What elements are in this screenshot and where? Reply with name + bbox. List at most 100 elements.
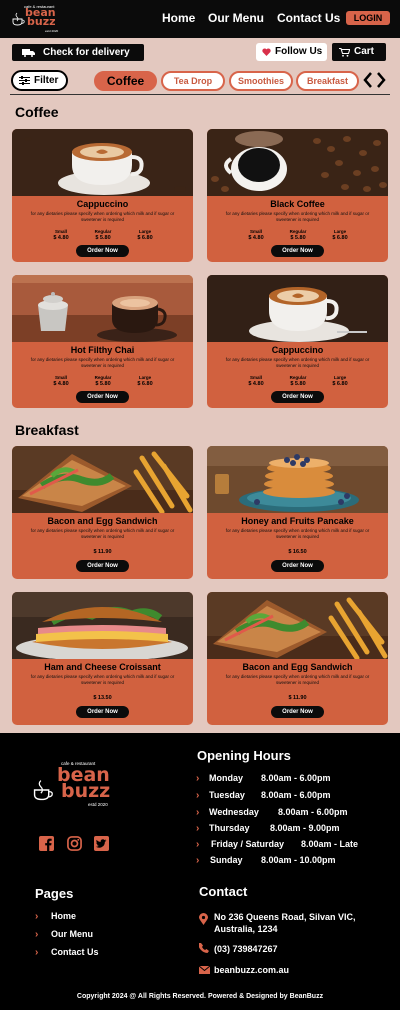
chevron-left-icon[interactable] — [363, 70, 373, 90]
chevron-right-icon: › — [196, 855, 200, 866]
chevron-right-icon: › — [35, 947, 39, 958]
chevron-right-icon: › — [35, 929, 39, 940]
facebook-icon[interactable] — [39, 836, 54, 851]
login-button[interactable]: LOGIN — [346, 11, 390, 25]
product-description: for any dietaries please specify when or… — [30, 528, 175, 539]
order-now-button[interactable]: Order Now — [76, 706, 129, 718]
tab-coffee[interactable]: Coffee — [94, 71, 157, 91]
size-large[interactable]: Large $ 6.80 — [322, 229, 358, 241]
size-name: Small — [249, 229, 262, 234]
size-small[interactable]: Small $ 4.80 — [238, 229, 274, 241]
size-large[interactable]: Large $ 6.80 — [322, 375, 358, 387]
chevron-right-icon[interactable] — [376, 70, 386, 90]
black-coffee-photo — [207, 129, 388, 196]
size-price: $ 4.80 — [248, 381, 264, 387]
nav-menu-link[interactable]: Our Menu — [208, 11, 264, 25]
opening-hours-title: Opening Hours — [197, 748, 291, 763]
order-now-button[interactable]: Order Now — [271, 391, 324, 403]
size-price: $ 5.80 — [290, 381, 306, 387]
phone-text: (03) 739847267 — [214, 944, 278, 954]
contact-title: Contact — [199, 884, 248, 899]
order-now-button[interactable]: Order Now — [76, 245, 129, 257]
cart-button[interactable]: Cart — [332, 43, 386, 61]
size-price: $ 4.80 — [53, 235, 69, 241]
size-large[interactable]: Large $ 6.80 — [127, 375, 163, 387]
order-now-button[interactable]: Order Now — [76, 391, 129, 403]
size-regular[interactable]: Regular $ 5.80 — [85, 375, 121, 387]
footer-brand-logo[interactable]: cafe & restaurant bean buzz estd 2020 — [33, 761, 113, 811]
size-price: $ 6.80 — [332, 381, 348, 387]
size-name: Large — [333, 229, 347, 234]
size-price: $ 6.80 — [137, 235, 153, 241]
chevron-right-icon: › — [35, 911, 39, 922]
cart-label: Cart — [354, 46, 375, 57]
email-text: beanbuzz.com.au — [214, 965, 290, 975]
product-description: for any dietaries please specify when or… — [225, 528, 370, 539]
bacon-egg-sandwich-photo — [12, 446, 193, 513]
size-name: Small — [249, 375, 262, 380]
order-now-button[interactable]: Order Now — [271, 706, 324, 718]
twitter-icon[interactable] — [94, 836, 109, 851]
product-name: Cappuccino — [76, 199, 129, 209]
size-regular[interactable]: Regular $ 5.80 — [280, 375, 316, 387]
product-price: $ 11.90 — [288, 695, 307, 701]
filter-label: Filter — [34, 75, 59, 86]
pancake-photo — [207, 446, 388, 513]
truck-icon — [22, 49, 35, 57]
size-price: $ 5.80 — [95, 235, 111, 241]
nav-home-link[interactable]: Home — [162, 11, 195, 25]
size-regular[interactable]: Regular $ 5.80 — [280, 229, 316, 241]
coffee-cup-logo-icon — [12, 12, 25, 26]
footer-link-label: Our Menu — [51, 929, 93, 939]
chai-photo — [12, 275, 193, 342]
size-small[interactable]: Small $ 4.80 — [43, 229, 79, 241]
tab-tea-drop[interactable]: Tea Drop — [161, 71, 225, 91]
address-text: No 236 Queens Road, Silvan VIC, Australi… — [214, 912, 356, 934]
product-card: Bacon and Egg Sandwich for any dietaries… — [12, 446, 193, 579]
product-card: Bacon and Egg Sandwich for any dietaries… — [207, 592, 388, 725]
instagram-icon[interactable] — [67, 836, 82, 851]
size-price: $ 6.80 — [137, 381, 153, 387]
breakfast-section-title: Breakfast — [15, 422, 79, 438]
bacon-egg-sandwich-photo — [207, 592, 388, 659]
size-large[interactable]: Large $ 6.80 — [127, 229, 163, 241]
product-description: for any dietaries please specify when or… — [225, 674, 370, 685]
order-now-button[interactable]: Order Now — [271, 560, 324, 572]
product-name: Hot Filthy Chai — [70, 345, 135, 355]
tab-breakfast[interactable]: Breakfast — [296, 71, 359, 91]
product-price: $ 16.50 — [288, 549, 307, 555]
size-options: Small $ 4.80 Regular $ 5.80 Large $ 6.80 — [238, 229, 358, 241]
product-name: Ham and Cheese Croissant — [44, 662, 161, 672]
chevron-right-icon: › — [196, 807, 200, 818]
logo-word-buzz: buzz — [61, 780, 111, 802]
size-options: Small $ 4.80 Regular $ 5.80 Large $ 6.80 — [238, 375, 358, 387]
nav-contact-link[interactable]: Contact Us — [277, 11, 340, 25]
product-price: $ 11.90 — [93, 549, 112, 555]
size-options: Small $ 4.80 Regular $ 5.80 Large $ 6.80 — [43, 375, 163, 387]
filter-icon — [19, 76, 30, 85]
check-delivery-button[interactable]: Check for delivery — [12, 44, 144, 61]
size-small[interactable]: Small $ 4.80 — [238, 375, 274, 387]
size-regular[interactable]: Regular $ 5.80 — [85, 229, 121, 241]
product-price: $ 13.50 — [93, 695, 112, 701]
product-description: for any dietaries please specify when or… — [30, 211, 175, 222]
size-name: Large — [138, 229, 152, 234]
product-description: for any dietaries please specify when or… — [225, 211, 370, 222]
size-name: Small — [54, 375, 67, 380]
brand-logo[interactable]: cafe & restaurant bean buzz estd 2020 — [12, 4, 62, 34]
product-name: Honey and Fruits Pancake — [241, 516, 354, 526]
hours-day: Tuesday — [209, 790, 245, 800]
tab-smoothies[interactable]: Smoothies — [229, 71, 293, 91]
hours-time: 8.00am - 9.00pm — [270, 823, 340, 833]
copyright-text: Copyright 2024 @ All Rights Reserved. Po… — [76, 993, 324, 1000]
follow-us-button[interactable]: Follow Us — [256, 43, 327, 61]
product-description: for any dietaries please specify when or… — [225, 357, 370, 368]
order-now-button[interactable]: Order Now — [271, 245, 324, 257]
size-small[interactable]: Small $ 4.80 — [43, 375, 79, 387]
hours-time: 8.00am - Late — [301, 839, 359, 849]
hours-day: Wednesday — [209, 807, 259, 817]
size-name: Regular — [289, 229, 307, 234]
size-name: Regular — [94, 229, 112, 234]
filter-button[interactable]: Filter — [11, 70, 68, 91]
order-now-button[interactable]: Order Now — [76, 560, 129, 572]
